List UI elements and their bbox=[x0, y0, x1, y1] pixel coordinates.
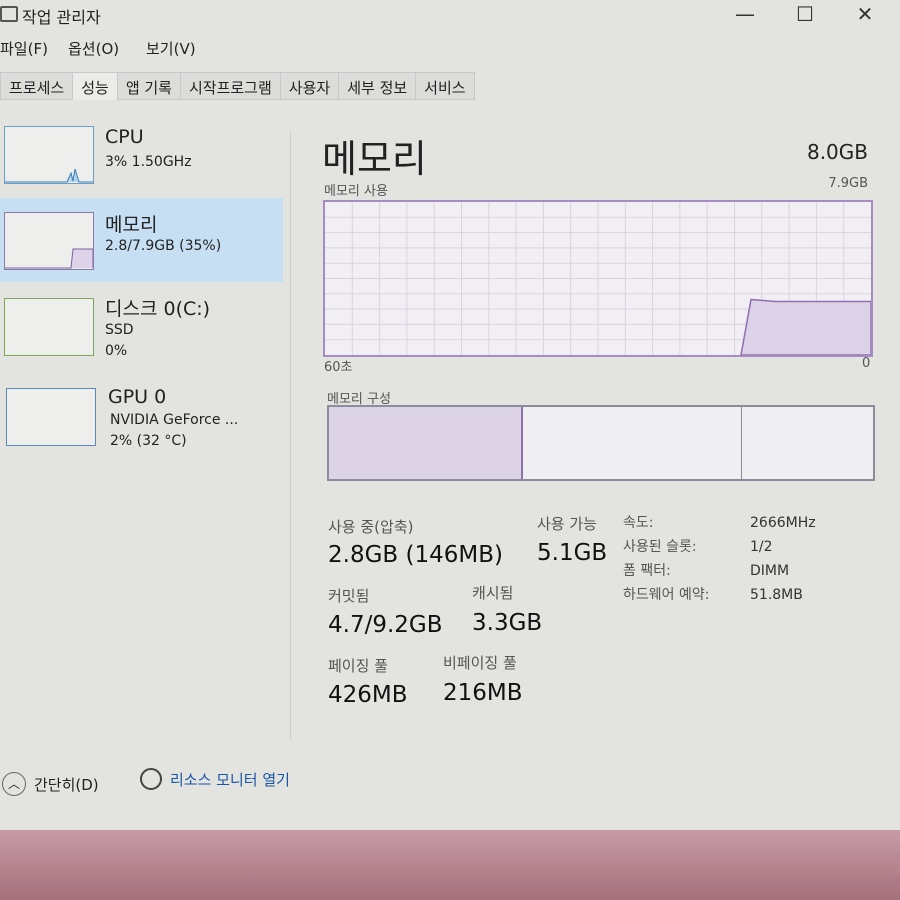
committed-label: 커밋됨 bbox=[328, 587, 370, 605]
available-label: 사용 가능 bbox=[537, 515, 597, 533]
tab-processes[interactable]: 프로세스 bbox=[0, 72, 74, 100]
task-manager-icon bbox=[0, 6, 18, 22]
sidebar-item-label: 메모리 bbox=[105, 214, 158, 236]
page-title: 메모리 bbox=[322, 137, 427, 181]
tab-details[interactable]: 세부 정보 bbox=[338, 72, 417, 100]
sidebar-item-sub: 2.8/7.9GB (35%) bbox=[105, 238, 222, 254]
tab-startup[interactable]: 시작프로그램 bbox=[179, 72, 281, 100]
detail-value: 2666MHz bbox=[750, 515, 816, 531]
details-values: 2666MHz 1/2 DIMM 51.8MB bbox=[750, 511, 816, 607]
detail-key: 사용된 슬롯: bbox=[623, 539, 697, 555]
usage-max: 7.9GB bbox=[828, 176, 868, 191]
window-title: 작업 관리자 bbox=[22, 8, 101, 27]
tab-services[interactable]: 서비스 bbox=[415, 72, 475, 100]
time-axis-right: 0 bbox=[862, 356, 871, 371]
sidebar-item-label: GPU 0 bbox=[108, 386, 167, 408]
sidebar-item-disk[interactable]: 디스크 0(C:) SSD 0% bbox=[0, 288, 283, 372]
resource-monitor-link[interactable]: 리소스 모니터 열기 bbox=[140, 768, 290, 790]
cpu-thumbnail bbox=[4, 126, 94, 184]
memory-thumbnail bbox=[4, 212, 94, 270]
detail-key: 폼 팩터: bbox=[623, 563, 671, 579]
detail-value: 51.8MB bbox=[750, 587, 803, 603]
cached-label: 캐시됨 bbox=[472, 584, 514, 602]
total-memory: 8.0GB bbox=[806, 140, 868, 164]
detail-key: 속도: bbox=[623, 515, 654, 531]
menu-file[interactable]: 파일(F) bbox=[0, 38, 48, 59]
tab-bar: 프로세스 성능 앱 기록 시작프로그램 사용자 세부 정보 서비스 bbox=[0, 72, 475, 100]
sidebar-item-sub: SSD bbox=[105, 322, 134, 338]
detail-value: DIMM bbox=[750, 563, 790, 579]
tab-performance[interactable]: 성능 bbox=[72, 72, 118, 100]
nonpaged-pool-value: 216MB bbox=[443, 680, 523, 706]
sidebar-item-label: CPU bbox=[105, 126, 144, 148]
nonpaged-pool-label: 비페이징 풀 bbox=[443, 654, 517, 672]
maximize-button[interactable]: ☐ bbox=[785, 2, 825, 26]
sidebar-item-memory[interactable]: 메모리 2.8/7.9GB (35%) bbox=[0, 198, 283, 282]
sidebar-item-sub: 2% (32 °C) bbox=[110, 433, 187, 449]
chevron-up-icon: ︿ bbox=[2, 772, 26, 796]
usage-label: 메모리 사용 bbox=[324, 184, 388, 199]
paged-pool-value: 426MB bbox=[328, 682, 408, 708]
tab-app-history[interactable]: 앱 기록 bbox=[116, 72, 181, 100]
in-use-label: 사용 중(압축) bbox=[328, 518, 414, 536]
composition-in-use bbox=[329, 407, 523, 479]
details-keys: 속도: 사용된 슬롯: 폼 팩터: 하드웨어 예약: bbox=[623, 511, 709, 607]
monitor-bezel bbox=[0, 830, 900, 900]
detail-key: 하드웨어 예약: bbox=[623, 587, 710, 603]
detail-value: 1/2 bbox=[750, 539, 773, 555]
fewer-details-button[interactable]: ︿ 간단히(D) bbox=[2, 772, 99, 796]
gpu-thumbnail bbox=[6, 388, 96, 446]
resource-monitor-label: 리소스 모니터 열기 bbox=[170, 770, 290, 789]
panel-divider bbox=[290, 130, 291, 740]
memory-composition-bar bbox=[327, 405, 875, 481]
disk-thumbnail bbox=[4, 298, 94, 356]
memory-usage-area bbox=[740, 298, 872, 356]
sidebar-item-sub: 0% bbox=[105, 343, 128, 359]
sidebar-item-sub: NVIDIA GeForce ... bbox=[110, 412, 239, 428]
sidebar: CPU 3% 1.50GHz 메모리 2.8/7.9GB (35%) 디스크 0… bbox=[0, 100, 290, 740]
sidebar-item-gpu[interactable]: GPU 0 NVIDIA GeForce ... 2% (32 °C) bbox=[0, 378, 283, 462]
tab-users[interactable]: 사용자 bbox=[279, 72, 340, 100]
menu-view[interactable]: 보기(V) bbox=[146, 38, 196, 59]
committed-value: 4.7/9.2GB bbox=[328, 612, 443, 638]
in-use-value: 2.8GB (146MB) bbox=[328, 542, 503, 568]
available-value: 5.1GB bbox=[537, 540, 608, 566]
minimize-button[interactable]: — bbox=[725, 2, 765, 26]
sidebar-item-label: 디스크 0(C:) bbox=[105, 298, 211, 320]
resource-monitor-icon bbox=[140, 768, 162, 790]
paged-pool-label: 페이징 풀 bbox=[328, 657, 388, 675]
composition-standby bbox=[523, 407, 742, 479]
close-button[interactable]: ✕ bbox=[845, 2, 885, 26]
memory-usage-graph bbox=[323, 200, 873, 357]
cached-value: 3.3GB bbox=[472, 610, 543, 636]
sidebar-item-cpu[interactable]: CPU 3% 1.50GHz bbox=[0, 118, 283, 202]
menu-options[interactable]: 옵션(O) bbox=[68, 38, 119, 59]
sidebar-item-sub: 3% 1.50GHz bbox=[105, 154, 192, 170]
time-axis-left: 60초 bbox=[324, 360, 353, 375]
fewer-details-label: 간단히(D) bbox=[34, 775, 99, 794]
